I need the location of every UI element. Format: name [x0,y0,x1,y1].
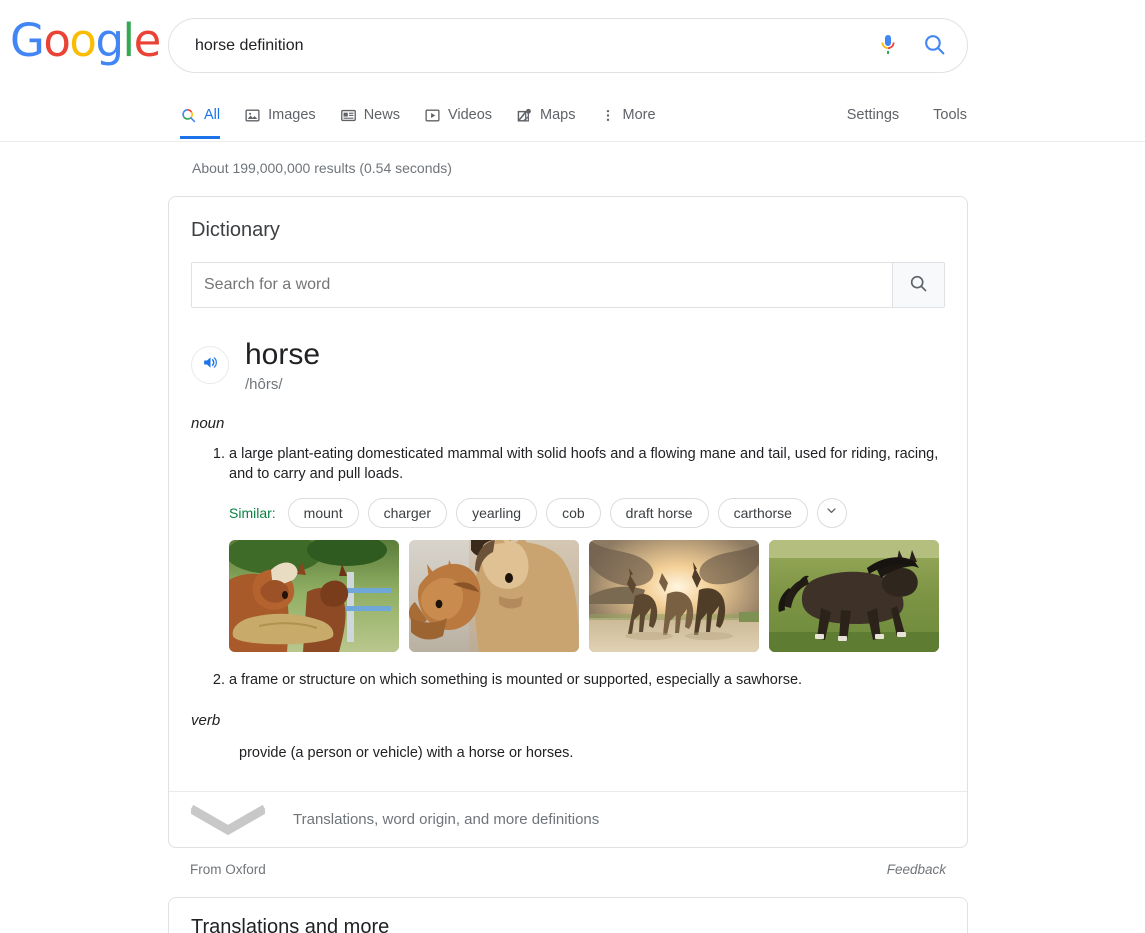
logo-letter-o1: o [43,14,69,67]
similar-chip-draft-horse[interactable]: draft horse [610,498,709,528]
result-stats: About 199,000,000 results (0.54 seconds) [0,142,1145,176]
similar-chip-yearling[interactable]: yearling [456,498,537,528]
tab-more[interactable]: More [600,92,656,138]
tab-videos-label: Videos [448,107,492,123]
definition-item: a large plant-eating domesticated mammal… [229,444,945,484]
word-header: horse /hôrs/ [191,338,945,393]
tab-maps[interactable]: Maps [516,92,575,138]
part-of-speech-noun: noun [191,415,945,432]
search-bar[interactable] [168,18,968,73]
word-search-button[interactable] [892,263,944,307]
feedback-link[interactable]: Feedback [887,862,946,877]
dictionary-source: From Oxford [190,862,266,877]
similar-label: Similar: [229,505,276,521]
logo-letter-g1: G [10,14,43,67]
expander-label: Translations, word origin, and more defi… [293,811,599,828]
similar-chip-mount[interactable]: mount [288,498,359,528]
tab-news[interactable]: News [340,92,400,138]
logo-letter-e: e [134,14,160,67]
image-icon [244,107,261,124]
next-result-card[interactable]: Translations and more [168,897,968,933]
dictionary-title: Dictionary [191,219,945,242]
noun-definition-list: a large plant-eating domesticated mammal… [191,444,945,690]
word-search-field[interactable] [191,262,945,308]
microphone-button[interactable] [865,23,911,69]
tools-link[interactable]: Tools [933,107,967,123]
tab-videos[interactable]: Videos [424,92,492,138]
horse-thumbnail-2[interactable] [409,540,579,652]
horse-thumbnail-3[interactable] [589,540,759,652]
search-submit-button[interactable] [911,23,957,69]
logo-letter-l: l [123,14,134,67]
settings-link[interactable]: Settings [847,107,899,123]
map-pin-icon [516,107,533,124]
page-header: Google [0,0,1145,92]
next-card-title: Translations and more [191,916,945,933]
dictionary-card: Dictionary [168,196,968,848]
definition-item: provide (a person or vehicle) with a hor… [239,743,945,763]
tab-all[interactable]: All [180,92,220,138]
chevron-down-icon [191,805,265,835]
news-icon [340,107,357,124]
similar-chip-cob[interactable]: cob [546,498,601,528]
search-nav-tabs: All Images New [0,92,1145,142]
more-vertical-icon [600,107,616,124]
tab-maps-label: Maps [540,107,575,123]
similar-expand-button[interactable] [817,498,847,528]
dictionary-card-footer: From Oxford Feedback [168,862,968,877]
tab-images-label: Images [268,107,316,123]
tab-images[interactable]: Images [244,92,316,138]
tab-more-label: More [623,107,656,123]
pronounce-button[interactable] [191,346,229,384]
definition-item: a frame or structure on which something … [229,670,945,690]
horse-thumbnail-4[interactable] [769,540,939,652]
headword: horse [245,338,320,372]
horse-image-strip [229,540,945,652]
search-icon [922,32,947,60]
logo-letter-g2: g [95,14,122,67]
speaker-icon [201,353,220,377]
phonetic-spelling: /hôrs/ [245,376,320,393]
similar-terms-row: Similar: mount charger yearling cob draf… [229,498,945,528]
nav-right-links: Settings Tools [813,92,1145,138]
google-logo[interactable]: Google [10,18,140,63]
tab-all-label: All [204,107,220,123]
chevron-down-icon [824,503,839,523]
tabs-group: All Images New [180,92,680,138]
horse-thumbnail-1[interactable] [229,540,399,652]
part-of-speech-verb: verb [191,712,945,729]
search-input[interactable] [169,37,865,55]
logo-letter-o2: o [69,14,95,67]
video-icon [424,107,441,124]
similar-chip-carthorse[interactable]: carthorse [718,498,808,528]
word-text-block: horse /hôrs/ [245,338,320,393]
search-icon [180,107,197,124]
more-definitions-expander[interactable]: Translations, word origin, and more defi… [169,791,967,847]
tab-news-label: News [364,107,400,123]
microphone-icon [876,32,900,59]
dictionary-card-body: Dictionary [169,197,967,791]
similar-chip-charger[interactable]: charger [368,498,447,528]
search-icon [908,273,929,297]
word-search-input[interactable] [192,263,892,307]
